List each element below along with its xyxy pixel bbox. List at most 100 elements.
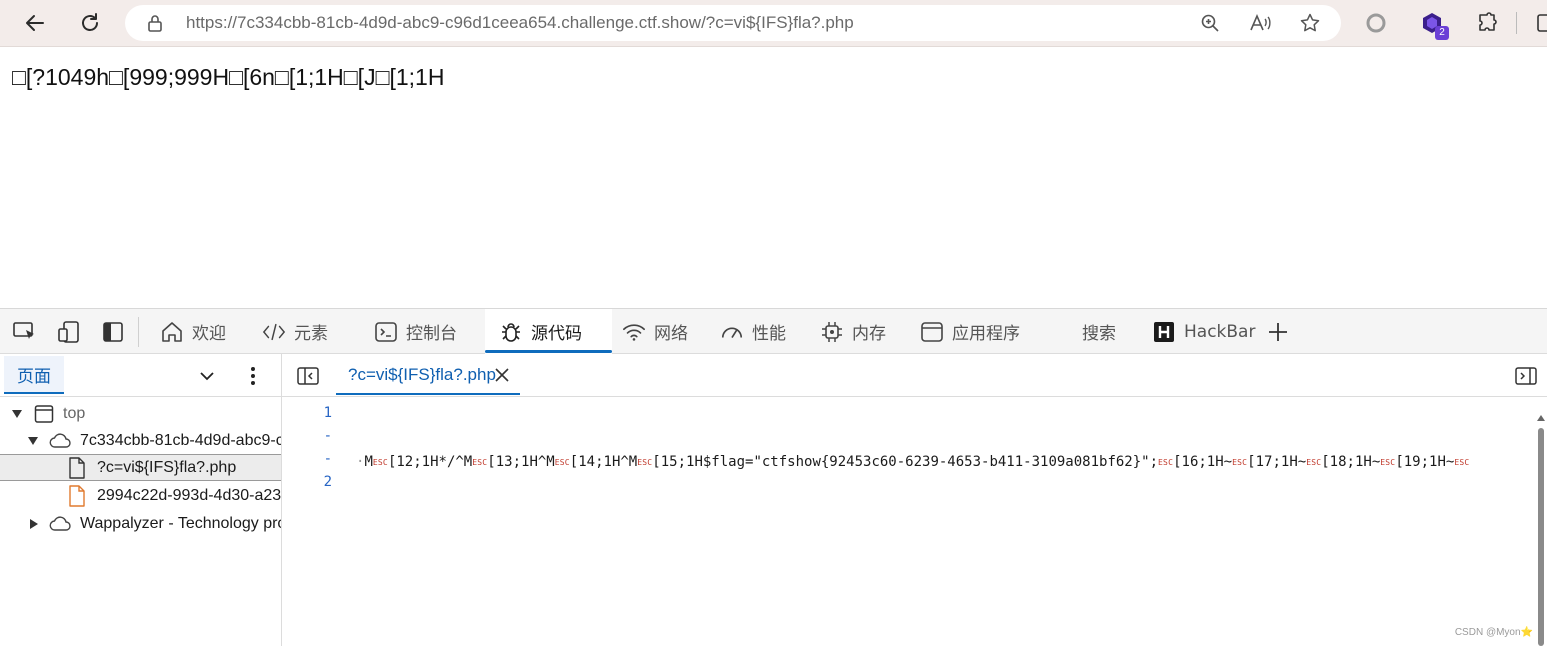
tab-hackbar[interactable]: HackBar xyxy=(1152,309,1255,354)
tab-network[interactable]: 网络 xyxy=(622,309,688,354)
tree-label: top xyxy=(63,404,86,422)
back-button[interactable] xyxy=(18,6,52,40)
source-editor: ?c=vi${IFS}fla?.php 1 - - 2 ·MESC[12;1H*… xyxy=(282,354,1547,646)
tree-item-selected-file[interactable]: ?c=vi${IFS}fla?.php xyxy=(0,454,281,481)
tree-label: 2994c22d-993d-4d30-a23 xyxy=(97,486,281,504)
esc-control-char: ESC xyxy=(1454,458,1470,467)
esc-control-char: ESC xyxy=(372,458,388,467)
code-text: [16;1H~ xyxy=(1173,454,1233,470)
address-bar[interactable]: https://7c334cbb-81cb-4d9d-abc9-c96d1cee… xyxy=(125,5,1341,41)
cloud-icon xyxy=(49,430,71,452)
chip-icon xyxy=(820,320,844,344)
tree-item-script[interactable]: 2994c22d-993d-4d30-a23 xyxy=(0,482,281,509)
code-text: [12;1H*/^M xyxy=(387,454,473,470)
sources-navigator: 页面 top 7c334cbb-81cb-4d9d-abc9-c96d1ceea… xyxy=(0,354,282,646)
favorite-star-icon[interactable] xyxy=(1299,12,1321,34)
cloud-icon xyxy=(49,513,71,535)
zoom-icon[interactable] xyxy=(1199,12,1221,34)
gauge-icon xyxy=(720,320,744,344)
collapsed-triangle-icon[interactable] xyxy=(28,518,40,530)
tab-label: HackBar xyxy=(1184,321,1256,342)
watermark-text: CSDN @Myon⭐ xyxy=(1454,627,1533,638)
url-path: /?c=vi${IFS}fla?.php xyxy=(701,13,854,32)
refresh-button[interactable] xyxy=(73,6,107,40)
tab-console[interactable]: 控制台 xyxy=(374,309,457,354)
tab-label: 内存 xyxy=(852,324,886,344)
editor-tab-bar: ?c=vi${IFS}fla?.php xyxy=(282,354,1547,397)
active-tab-indicator xyxy=(485,350,612,353)
console-icon xyxy=(374,320,398,344)
tab-label: 元素 xyxy=(294,324,328,344)
tab-memory[interactable]: 内存 xyxy=(820,309,886,354)
inspect-element-icon[interactable] xyxy=(13,321,37,343)
arrow-left-icon xyxy=(26,15,44,31)
device-emulation-icon[interactable] xyxy=(57,321,81,343)
tree-item-wappalyzer[interactable]: Wappalyzer - Technology profiler xyxy=(0,510,281,537)
esc-control-char: ESC xyxy=(1158,458,1174,467)
expand-triangle-icon[interactable] xyxy=(27,435,39,447)
read-aloud-icon[interactable] xyxy=(1249,12,1271,34)
wifi-icon xyxy=(622,320,646,344)
tab-label: 网络 xyxy=(654,324,688,344)
tab-label: 应用程序 xyxy=(952,324,1020,344)
devtools-tab-bar: 欢迎 元素 控制台 源代码 网络 性能 内存 应用程序 搜索 HackBar xyxy=(0,309,1547,354)
tab-application[interactable]: 应用程序 xyxy=(920,309,1020,354)
url-text[interactable]: https://7c334cbb-81cb-4d9d-abc9-c96d1cee… xyxy=(186,13,854,33)
code-text: M xyxy=(364,454,373,470)
refresh-icon xyxy=(82,13,98,31)
code-text: [17;1H~ xyxy=(1247,454,1307,470)
lock-icon[interactable] xyxy=(145,13,165,33)
tree-label: Wappalyzer - Technology profiler xyxy=(80,514,281,532)
toolbar-separator xyxy=(138,317,139,347)
navigator-header: 页面 xyxy=(0,354,281,397)
tab-performance[interactable]: 性能 xyxy=(720,309,786,354)
home-icon xyxy=(160,320,184,344)
devtools-panel: 欢迎 元素 控制台 源代码 网络 性能 内存 应用程序 搜索 HackBar 页… xyxy=(0,308,1547,646)
tree-label: ?c=vi${IFS}fla?.php xyxy=(97,458,237,476)
circle-extension-icon[interactable] xyxy=(1364,11,1388,35)
tab-welcome[interactable]: 欢迎 xyxy=(160,309,226,354)
tab-page[interactable]: 页面 xyxy=(4,356,64,394)
scroll-up-arrow-icon[interactable] xyxy=(1537,414,1545,422)
esc-control-char: ESC xyxy=(554,458,570,467)
code-line[interactable]: ·MESC[12;1H*/^MESC[13;1H^MESC[14;1H^MESC… xyxy=(356,454,1536,470)
tree-item-top[interactable]: top xyxy=(0,400,281,427)
page-output-text: □[?1049h□[999;999H□[6n□[1;1H□[J□[1;1H xyxy=(12,64,445,90)
vertical-scrollbar[interactable] xyxy=(1537,414,1545,646)
close-icon[interactable] xyxy=(492,365,512,385)
esc-control-char: ESC xyxy=(637,458,653,467)
tab-sources[interactable]: 源代码 xyxy=(485,309,612,354)
chevron-down-icon[interactable] xyxy=(196,365,218,387)
hex-extension-icon[interactable]: 2 xyxy=(1420,11,1449,40)
dock-panel-icon[interactable] xyxy=(101,321,125,343)
esc-control-char: ESC xyxy=(1306,458,1322,467)
toggle-navigator-icon[interactable] xyxy=(296,365,320,387)
more-options-icon[interactable] xyxy=(242,365,264,387)
code-text: [18;1H~ xyxy=(1321,454,1381,470)
tab-elements[interactable]: 元素 xyxy=(262,309,328,354)
extension-badge: 2 xyxy=(1435,26,1449,40)
expand-triangle-icon[interactable] xyxy=(11,408,23,420)
scrollbar-thumb[interactable] xyxy=(1538,428,1544,646)
bug-icon xyxy=(499,320,523,344)
tab-label: 搜索 xyxy=(1082,324,1116,344)
esc-control-char: ESC xyxy=(1380,458,1396,467)
tab-label: 性能 xyxy=(752,324,786,344)
frame-icon xyxy=(33,403,55,425)
file-icon-orange xyxy=(66,484,88,507)
add-tab-plus-icon[interactable] xyxy=(1266,321,1290,343)
tree-item-domain[interactable]: 7c334cbb-81cb-4d9d-abc9-c96d1ceea654.cha… xyxy=(0,427,281,454)
open-file-tab[interactable]: ?c=vi${IFS}fla?.php xyxy=(336,356,520,395)
code-text: [19;1H~ xyxy=(1395,454,1455,470)
tab-label: 控制台 xyxy=(406,324,457,344)
code-text: [14;1H^M xyxy=(569,454,638,470)
toggle-debugger-icon[interactable] xyxy=(1514,365,1538,387)
line-number: 1 xyxy=(323,405,332,421)
file-icon xyxy=(66,456,88,479)
tab-search[interactable]: 搜索 xyxy=(1082,309,1116,354)
extensions-puzzle-icon[interactable] xyxy=(1475,11,1499,35)
line-number: 2 xyxy=(323,474,332,490)
sidebar-icon[interactable] xyxy=(1532,11,1547,35)
browser-toolbar: https://7c334cbb-81cb-4d9d-abc9-c96d1cee… xyxy=(0,0,1547,47)
code-text: [15;1H$flag="ctfshow{92453c60-6239-4653-… xyxy=(652,454,1159,470)
